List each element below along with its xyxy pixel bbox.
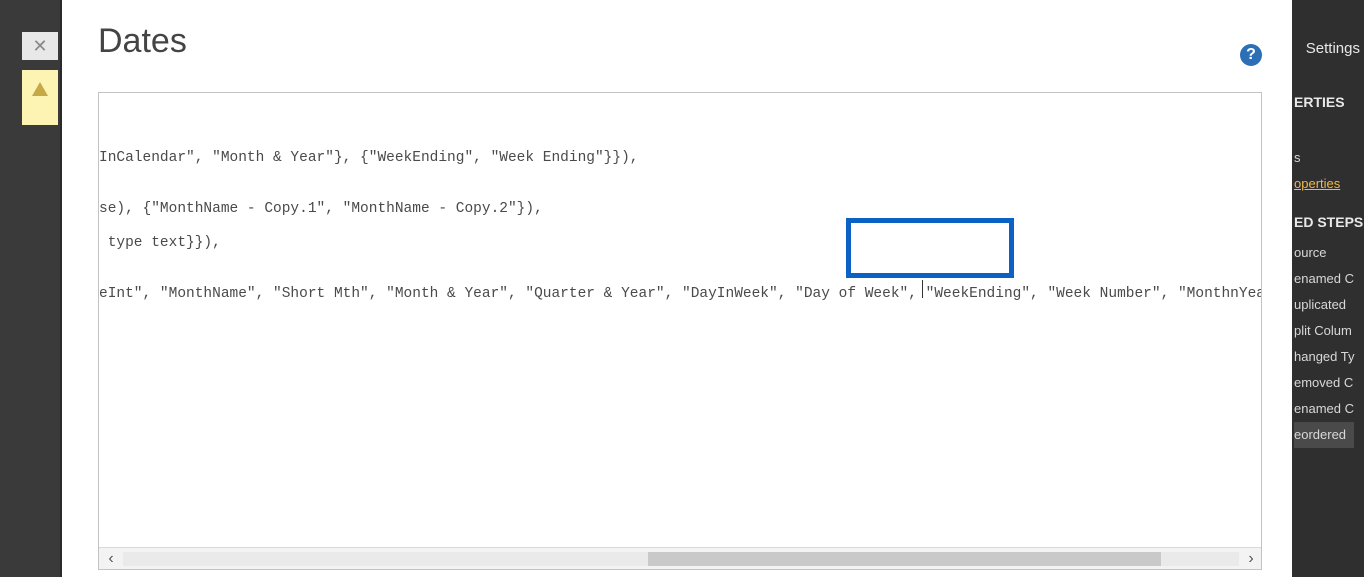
close-button[interactable]: ✕ xyxy=(22,32,58,60)
code-line: InCalendar", "Month & Year"}, {"WeekEndi… xyxy=(99,150,1262,167)
step-item[interactable]: ource xyxy=(1294,240,1354,266)
panel-title: Settings xyxy=(1306,40,1360,57)
scroll-right-button[interactable]: › xyxy=(1239,548,1262,570)
step-item[interactable]: plit Colum xyxy=(1294,318,1354,344)
right-panel: Settings ERTIES s operties ED STEPS ourc… xyxy=(1292,0,1364,577)
applied-steps-header: ED STEPS xyxy=(1294,214,1363,230)
main-panel: Dates ? InCalendar", "Month & Year"}, {"… xyxy=(62,0,1292,577)
step-item[interactable]: enamed C xyxy=(1294,396,1354,422)
step-item[interactable]: hanged Ty xyxy=(1294,344,1354,370)
applied-steps-list: ource enamed C uplicated plit Colum hang… xyxy=(1294,240,1354,448)
properties-header: ERTIES xyxy=(1292,94,1364,110)
scroll-thumb[interactable] xyxy=(648,552,1161,566)
scroll-left-button[interactable]: ‹ xyxy=(99,548,123,570)
code-line: se), {"MonthName - Copy.1", "MonthName -… xyxy=(99,201,1262,218)
name-value: s xyxy=(1294,150,1301,165)
scroll-track[interactable] xyxy=(123,552,1239,566)
step-item-selected[interactable]: eordered xyxy=(1294,422,1354,448)
all-properties-link[interactable]: operties xyxy=(1294,176,1340,191)
help-icon[interactable]: ? xyxy=(1240,44,1262,66)
code-line: type text}}), xyxy=(99,235,1262,252)
warning-icon xyxy=(32,82,48,96)
editor-content[interactable]: InCalendar", "Month & Year"}, {"WeekEndi… xyxy=(99,93,1262,337)
step-item[interactable]: uplicated xyxy=(1294,292,1354,318)
horizontal-scrollbar[interactable]: ‹ › xyxy=(99,547,1262,569)
code-line: eInt", "MonthName", "Short Mth", "Month … xyxy=(99,286,1262,303)
step-item[interactable]: emoved C xyxy=(1294,370,1354,396)
close-icon: ✕ xyxy=(32,36,47,57)
page-title: Dates xyxy=(98,22,187,61)
warning-note[interactable] xyxy=(22,70,58,125)
step-item[interactable]: enamed C xyxy=(1294,266,1354,292)
left-strip: ✕ xyxy=(0,0,60,577)
formula-editor[interactable]: InCalendar", "Month & Year"}, {"WeekEndi… xyxy=(98,92,1262,570)
text-cursor xyxy=(922,280,923,298)
